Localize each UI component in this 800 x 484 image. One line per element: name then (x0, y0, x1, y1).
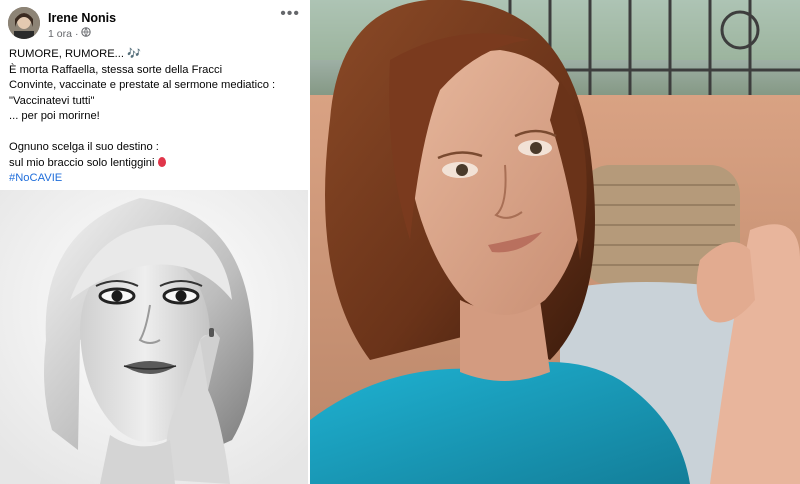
balloon-icon (157, 156, 166, 167)
post-line-balloon: sul mio braccio solo lentiggini (9, 156, 301, 172)
author-name[interactable]: Irene Nonis (48, 11, 116, 25)
post-line: È morta Raffaella, stessa sorte della Fr… (9, 63, 223, 76)
more-options-icon[interactable]: ••• (280, 5, 300, 23)
post-header: Irene Nonis 1 ora · ••• (8, 5, 302, 41)
hashtag-link[interactable]: #NoCAVIE (9, 171, 301, 187)
globe-icon (81, 27, 92, 40)
avatar[interactable] (8, 7, 40, 39)
facebook-post: Irene Nonis 1 ora · ••• RUMORE, RUMORE..… (0, 0, 308, 484)
post-time[interactable]: 1 ora (48, 28, 72, 40)
post-photo-bw-portrait[interactable] (0, 190, 308, 484)
photo-woman-portrait[interactable] (310, 0, 800, 484)
post-line: "Vaccinatevi tutti" (9, 94, 95, 107)
post-line: Ognuno scelga il suo destino : (9, 141, 159, 153)
post-line (9, 125, 301, 141)
post-line: Convinte, vaccinate e prestate al sermon… (9, 79, 276, 91)
post-line: RUMORE, RUMORE... 🎶 (9, 48, 142, 60)
post-meta: 1 ora · (48, 27, 92, 40)
post-line: ... per poi morirne! (9, 110, 100, 122)
post-text: RUMORE, RUMORE... 🎶 È morta Raffaella, s… (9, 47, 301, 187)
